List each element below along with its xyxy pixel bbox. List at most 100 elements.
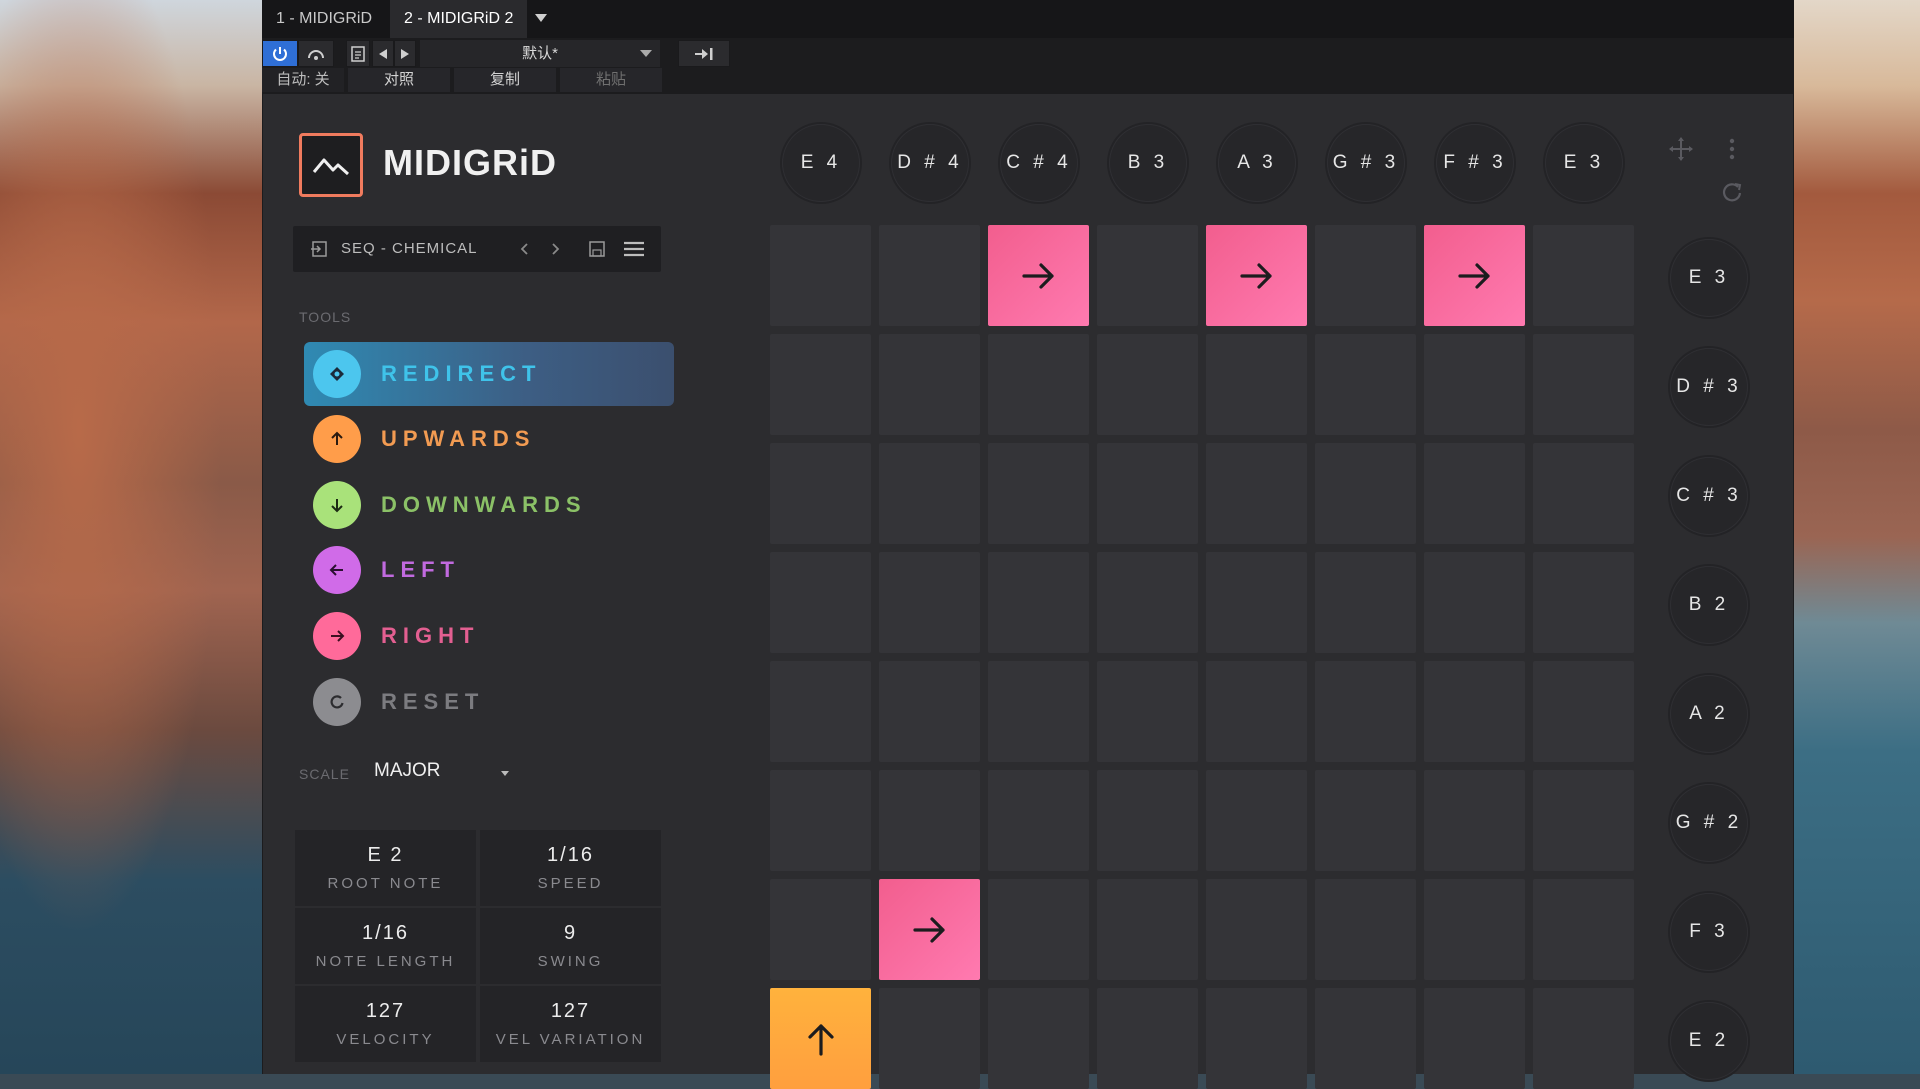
grid-cell[interactable] [988,225,1089,326]
grid-cell[interactable] [1097,661,1198,762]
auto-toggle[interactable]: 自动: 关 [262,68,344,92]
tool-downwards[interactable]: DOWNWARDS [304,473,674,537]
copy-button[interactable]: 复制 [454,68,556,92]
monitor-button[interactable] [298,40,334,67]
grid-cell[interactable] [1097,225,1198,326]
grid-cell[interactable] [879,661,980,762]
chevron-down-icon[interactable] [501,771,509,776]
scale-select[interactable]: MAJOR [374,760,441,782]
tab-midigrid-2[interactable]: 2 - MIDIGRiD 2 [390,0,528,38]
grid-cell[interactable] [1097,552,1198,653]
grid-cell[interactable] [1533,661,1634,762]
grid-cell[interactable] [879,879,980,980]
grid-cell[interactable] [1424,770,1525,871]
grid-cell[interactable] [988,661,1089,762]
preset-list-button[interactable] [346,40,370,67]
grid-cell[interactable] [1533,443,1634,544]
grid-cell[interactable] [1097,334,1198,435]
grid-cell[interactable] [988,334,1089,435]
param-velocity[interactable]: 127 VELOCITY [295,986,476,1062]
grid-cell[interactable] [1424,334,1525,435]
param-speed[interactable]: 1/16 SPEED [480,830,661,906]
grid-cell[interactable] [1206,661,1307,762]
tool-reset[interactable]: RESET [304,670,674,734]
grid-cell[interactable] [1097,770,1198,871]
column-note-button[interactable]: D # 4 [891,124,969,202]
grid-cell[interactable] [1424,443,1525,544]
grid-cell[interactable] [1533,770,1634,871]
param-swing[interactable]: 9 SWING [480,908,661,984]
grid-cell[interactable] [1315,443,1416,544]
column-note-button[interactable]: E 4 [782,124,860,202]
grid-cell[interactable] [1315,334,1416,435]
row-note-button[interactable]: F 3 [1670,893,1748,971]
grid-cell[interactable] [879,334,980,435]
grid-cell[interactable] [1424,879,1525,980]
row-note-button[interactable]: C # 3 [1670,457,1748,535]
grid-cell[interactable] [1424,661,1525,762]
grid-cell[interactable] [1533,225,1634,326]
next-preset-arrow[interactable] [545,226,567,272]
grid-cell[interactable] [1424,552,1525,653]
grid-cell[interactable] [770,770,871,871]
tab-midigrid-1[interactable]: 1 - MIDIGRiD [262,0,386,38]
grid-cell[interactable] [1533,879,1634,980]
row-note-button[interactable]: G # 2 [1670,784,1748,862]
grid-cell[interactable] [770,879,871,980]
collapse-button[interactable] [678,40,730,67]
grid-cell[interactable] [770,443,871,544]
compare-button[interactable]: 对照 [348,68,450,92]
row-note-button[interactable]: D # 3 [1670,348,1748,426]
grid-cell[interactable] [988,879,1089,980]
grid-cell[interactable] [988,770,1089,871]
grid-cell[interactable] [1206,552,1307,653]
grid-cell[interactable] [1206,225,1307,326]
column-note-button[interactable]: B 3 [1109,124,1187,202]
column-note-button[interactable]: E 3 [1545,124,1623,202]
grid-cell[interactable] [879,225,980,326]
prev-preset-button[interactable] [372,40,394,67]
grid-cell[interactable] [1424,225,1525,326]
more-options-button[interactable] [1720,134,1744,164]
power-button[interactable] [262,40,298,67]
preset-name[interactable]: SEQ - CHEMICAL [341,226,478,272]
tool-left[interactable]: LEFT [304,538,674,602]
tool-right[interactable]: RIGHT [304,604,674,668]
import-preset-button[interactable] [307,226,331,272]
grid-cell[interactable] [770,552,871,653]
grid-cell[interactable] [770,334,871,435]
menu-button[interactable] [621,226,647,272]
grid-cell[interactable] [988,552,1089,653]
row-note-button[interactable]: E 3 [1670,239,1748,317]
grid-cell[interactable] [1206,443,1307,544]
preset-select[interactable]: 默认* [420,40,660,67]
param-note-length[interactable]: 1/16 NOTE LENGTH [295,908,476,984]
tab-dropdown-icon[interactable] [535,14,547,22]
tool-redirect[interactable]: REDIRECT [304,342,674,406]
paste-button[interactable]: 粘贴 [560,68,662,92]
grid-cell[interactable] [879,552,980,653]
grid-cell[interactable] [879,443,980,544]
grid-cell[interactable] [1097,879,1198,980]
grid-cell[interactable] [1315,879,1416,980]
next-preset-button[interactable] [394,40,416,67]
param-vel-variation[interactable]: 127 VEL VARIATION [480,986,661,1062]
column-note-button[interactable]: A 3 [1218,124,1296,202]
grid-cell[interactable] [1533,334,1634,435]
grid-cell[interactable] [1315,661,1416,762]
row-note-button[interactable]: A 2 [1670,675,1748,753]
save-preset-button[interactable] [585,226,609,272]
grid-cell[interactable] [1315,225,1416,326]
grid-cell[interactable] [770,225,871,326]
grid-cell[interactable] [1206,770,1307,871]
row-note-button[interactable]: B 2 [1670,566,1748,644]
prev-preset-arrow[interactable] [513,226,535,272]
move-button[interactable] [1666,134,1696,164]
grid-cell[interactable] [1315,552,1416,653]
grid-cell[interactable] [1097,443,1198,544]
tool-upwards[interactable]: UPWARDS [304,407,674,471]
grid-cell[interactable] [879,770,980,871]
grid-cell[interactable] [1533,552,1634,653]
grid-cell[interactable] [1315,770,1416,871]
grid-cell[interactable] [770,661,871,762]
